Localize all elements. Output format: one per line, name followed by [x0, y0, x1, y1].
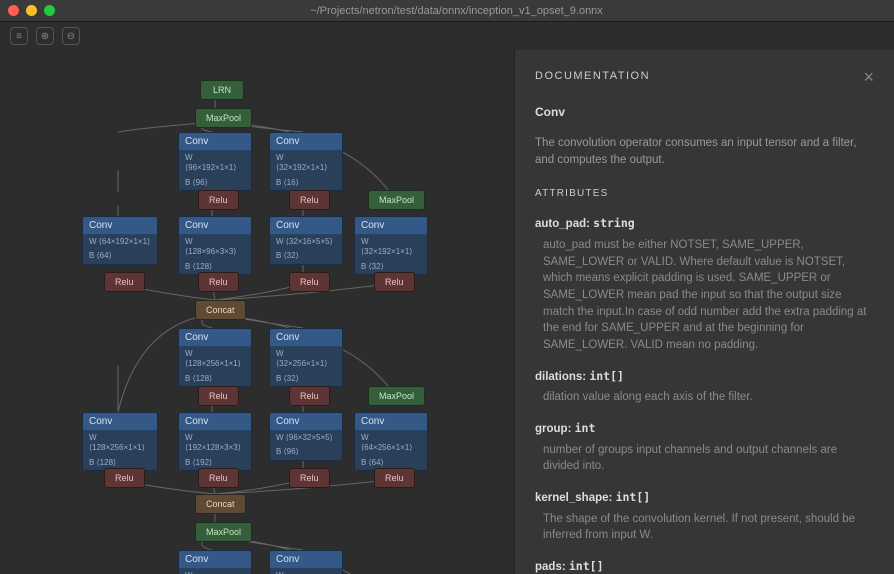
- attr-type: int[]: [616, 490, 651, 504]
- attr-name: group:: [535, 423, 571, 435]
- attr-type: int[]: [569, 559, 604, 573]
- toolbar: ≡ ⊕ ⊖: [0, 22, 894, 50]
- attr-name: dilations:: [535, 371, 586, 383]
- attr-type: string: [593, 216, 635, 230]
- node-maxpool[interactable]: MaxPool: [195, 522, 252, 542]
- node-relu[interactable]: Relu: [374, 272, 415, 292]
- node-conv[interactable]: Conv W ⟨128×256×1×1⟩ B ⟨128⟩: [178, 328, 252, 387]
- attr-name: auto_pad:: [535, 218, 590, 230]
- node-maxpool[interactable]: MaxPool: [368, 386, 425, 406]
- zoom-in-icon[interactable]: ⊕: [36, 27, 54, 45]
- doc-attribute: kernel_shape: int[] The shape of the conv…: [535, 489, 874, 544]
- node-conv[interactable]: Conv W ⟨16×480×1×1⟩ B ⟨16⟩: [269, 550, 343, 574]
- node-conv[interactable]: Conv W ⟨32×192×1×1⟩ B ⟨32⟩: [354, 216, 428, 275]
- node-concat[interactable]: Concat: [195, 494, 246, 514]
- attr-description: The shape of the convolution kernel. If …: [535, 511, 874, 544]
- window-title: ~/Projects/netron/test/data/onnx/incepti…: [67, 5, 846, 17]
- attr-description: dilation value along each axis of the fi…: [535, 389, 874, 406]
- node-relu[interactable]: Relu: [104, 272, 145, 292]
- node-maxpool[interactable]: MaxPool: [368, 190, 425, 210]
- doc-attribute: pads: int[]Padding for the beginning and…: [535, 558, 874, 574]
- window-titlebar: ~/Projects/netron/test/data/onnx/incepti…: [0, 0, 894, 22]
- attr-description: auto_pad must be either NOTSET, SAME_UPP…: [535, 237, 874, 354]
- node-conv[interactable]: Conv W ⟨96×480×1×1⟩ B ⟨96⟩: [178, 550, 252, 574]
- attr-type: int[]: [589, 369, 624, 383]
- node-conv[interactable]: Conv W ⟨32×16×5×5⟩ B ⟨32⟩: [269, 216, 343, 265]
- node-conv[interactable]: Conv W ⟨32×192×1×1⟩ B ⟨16⟩: [269, 132, 343, 191]
- attr-description: number of groups input channels and outp…: [535, 442, 874, 475]
- close-icon[interactable]: ×: [863, 68, 874, 86]
- documentation-panel: DOCUMENTATION × Conv The convolution ope…: [514, 50, 894, 574]
- node-relu[interactable]: Relu: [198, 272, 239, 292]
- node-relu[interactable]: Relu: [198, 190, 239, 210]
- node-lrn[interactable]: LRN: [200, 80, 244, 100]
- node-relu[interactable]: Relu: [104, 468, 145, 488]
- node-conv[interactable]: Conv W ⟨64×192×1×1⟩ B ⟨64⟩: [82, 216, 158, 265]
- graph-canvas[interactable]: LRN MaxPool Conv W ⟨96×192×1×1⟩ B ⟨96⟩ C…: [0, 50, 514, 574]
- maximize-window-button[interactable]: [44, 5, 55, 16]
- node-conv[interactable]: Conv W ⟨128×256×1×1⟩ B ⟨128⟩: [82, 412, 158, 471]
- close-window-button[interactable]: [8, 5, 19, 16]
- doc-attribute: group: int number of groups input channel…: [535, 420, 874, 475]
- node-relu[interactable]: Relu: [289, 272, 330, 292]
- node-conv[interactable]: Conv W ⟨96×32×5×5⟩ B ⟨96⟩: [269, 412, 343, 461]
- menu-icon[interactable]: ≡: [10, 27, 28, 45]
- node-maxpool[interactable]: MaxPool: [195, 108, 252, 128]
- node-relu[interactable]: Relu: [289, 386, 330, 406]
- doc-operator-name: Conv: [535, 104, 874, 121]
- node-relu[interactable]: Relu: [198, 386, 239, 406]
- node-conv[interactable]: Conv W ⟨192×128×3×3⟩ B ⟨192⟩: [178, 412, 252, 471]
- doc-attributes-heading: ATTRIBUTES: [535, 187, 874, 202]
- zoom-out-icon[interactable]: ⊖: [62, 27, 80, 45]
- node-concat[interactable]: Concat: [195, 300, 246, 320]
- attr-type: int: [575, 421, 596, 435]
- node-conv[interactable]: Conv W ⟨32×256×1×1⟩ B ⟨32⟩: [269, 328, 343, 387]
- node-relu[interactable]: Relu: [374, 468, 415, 488]
- graph-edges: [0, 50, 514, 574]
- node-relu[interactable]: Relu: [289, 190, 330, 210]
- node-relu[interactable]: Relu: [289, 468, 330, 488]
- traffic-lights: [8, 5, 55, 16]
- node-conv[interactable]: Conv W ⟨64×256×1×1⟩ B ⟨64⟩: [354, 412, 428, 471]
- attr-name: pads:: [535, 561, 566, 573]
- node-conv[interactable]: Conv W ⟨96×192×1×1⟩ B ⟨96⟩: [178, 132, 252, 191]
- node-relu[interactable]: Relu: [198, 468, 239, 488]
- attr-name: kernel_shape:: [535, 492, 612, 504]
- minimize-window-button[interactable]: [26, 5, 37, 16]
- node-conv[interactable]: Conv W ⟨128×96×3×3⟩ B ⟨128⟩: [178, 216, 252, 275]
- doc-attribute: dilations: int[] dilation value along eac…: [535, 368, 874, 406]
- doc-title: DOCUMENTATION: [535, 69, 650, 85]
- doc-attribute: auto_pad: string auto_pad must be either …: [535, 215, 874, 353]
- doc-description: The convolution operator consumes an inp…: [535, 135, 874, 168]
